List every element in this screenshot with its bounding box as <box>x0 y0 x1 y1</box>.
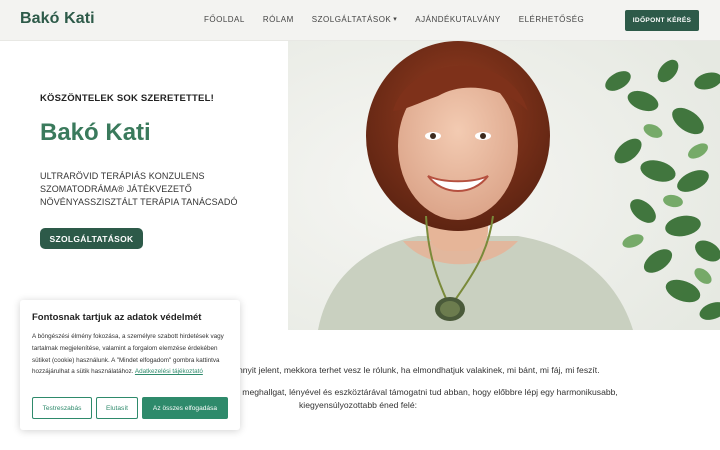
intro-text-line: kiegyensúlyozottabb éned felé: <box>299 400 418 410</box>
reject-button[interactable]: Elutasít <box>96 397 138 419</box>
portrait-photo-graphic <box>288 41 720 330</box>
customize-button[interactable]: Testreszabás <box>32 397 92 419</box>
main-nav: Főoldal Rólam Szolgáltatások ▾ Ajándékuta… <box>204 15 584 24</box>
services-button[interactable]: Szolgáltatások <box>40 228 143 249</box>
site-logo[interactable]: Bakó Kati <box>20 10 95 28</box>
role-line: SZOMATODRÁMA® JÁTÉKVEZETŐ <box>40 184 192 194</box>
cookie-consent-dialog: Fontosnak tartjuk az adatok védelmét A b… <box>20 300 240 430</box>
chevron-down-icon: ▾ <box>393 16 398 23</box>
nav-item-label: Ajándékutalvány <box>415 15 501 24</box>
nav-item-ajandekutalvany[interactable]: Ajándékutalvány <box>415 15 500 24</box>
site-header: Bakó Kati Főoldal Rólam Szolgáltatások ▾ … <box>0 0 720 41</box>
hero-greeting: KÖSZÖNTELEK SOK SZERETETTEL! <box>40 93 214 104</box>
intro-text-line: nnyit jelent, mekkora terhet vesz le ról… <box>238 365 600 375</box>
role-line: ULTRARÖVID TERÁPIÁS KONZULENS <box>40 171 205 181</box>
nav-item-fooldal[interactable]: Főoldal <box>204 15 245 24</box>
nav-item-label: Elérhetőség <box>518 15 585 24</box>
cookie-text: A böngészési élmény fokozása, a személyr… <box>32 331 228 378</box>
nav-item-label: Főoldal <box>204 15 245 24</box>
page: Bakó Kati Főoldal Rólam Szolgáltatások ▾ … <box>0 0 720 450</box>
cookie-title: Fontosnak tartjuk az adatok védelmét <box>32 312 202 323</box>
nav-item-label: Rólam <box>262 15 294 24</box>
accept-all-button[interactable]: Az összes elfogadása <box>142 397 228 419</box>
nav-item-rolam[interactable]: Rólam <box>263 15 294 24</box>
nav-item-label: Szolgáltatások <box>311 15 392 24</box>
appointment-button[interactable]: Időpont kérés <box>625 10 699 31</box>
hero-title: Bakó Kati <box>40 119 151 146</box>
privacy-policy-link[interactable]: Adatkezelési tájékoztató <box>135 368 203 375</box>
portrait-photo <box>288 41 720 330</box>
cookie-buttons: Testreszabás Elutasít Az összes elfogadá… <box>32 397 228 419</box>
role-line: NÖVÉNYASSZISZTÁLT TERÁPIA TANÁCSADÓ <box>40 197 238 207</box>
nav-item-szolgaltatasok[interactable]: Szolgáltatások ▾ <box>312 15 397 24</box>
intro-text-line: l meghallgat, lényével és eszköztárával … <box>238 387 618 397</box>
nav-item-elerhetoseg[interactable]: Elérhetőség <box>519 15 585 24</box>
hero-roles: ULTRARÖVID TERÁPIÁS KONZULENS SZOMATODRÁ… <box>40 170 238 209</box>
hero-section: KÖSZÖNTELEK SOK SZERETETTEL! Bakó Kati U… <box>0 41 720 330</box>
